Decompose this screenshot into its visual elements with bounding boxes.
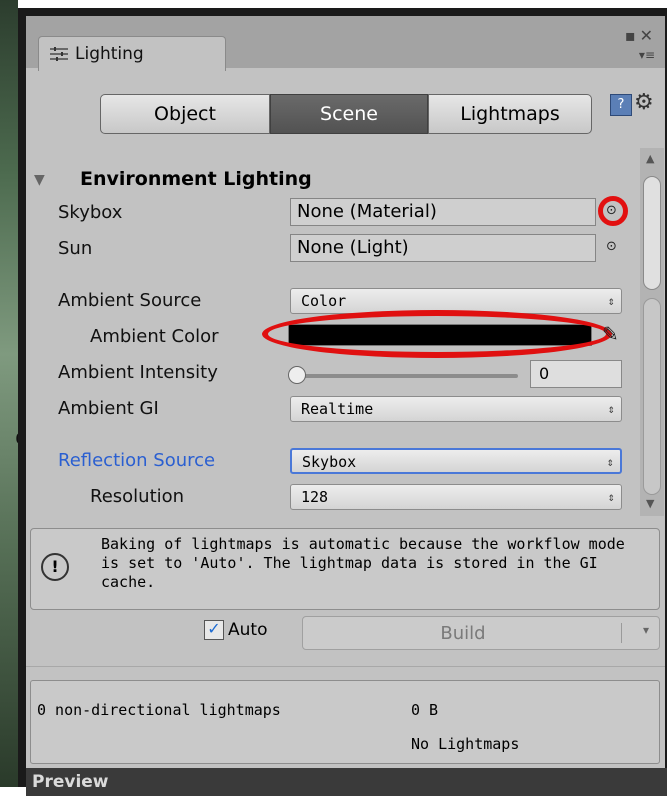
resolution-value: 128 xyxy=(301,488,329,506)
lighting-panel: Lighting ▪✕ ▾≡ Object Scene Lightmaps ? … xyxy=(26,16,667,796)
auto-toggle[interactable]: ✓ Auto xyxy=(204,620,267,640)
lighting-tab-label: Lighting xyxy=(75,44,144,64)
auto-label: Auto xyxy=(228,620,268,640)
scrollbar-track[interactable] xyxy=(643,298,661,495)
annotation-red-oval xyxy=(262,310,612,358)
mode-tabs: Object Scene Lightmaps xyxy=(100,94,592,134)
lighting-sliders-icon xyxy=(50,47,68,61)
eyedropper-icon[interactable]: ✎ xyxy=(602,322,619,346)
title-bar: Lighting ▪✕ ▾≡ xyxy=(26,16,665,71)
resolution-label: Resolution xyxy=(90,486,185,507)
build-split-divider xyxy=(621,623,622,643)
info-exclamation-icon: ! xyxy=(41,553,69,581)
skybox-label: Skybox xyxy=(58,202,123,223)
preview-header[interactable]: Preview xyxy=(26,768,667,796)
build-button[interactable]: Build ▾ xyxy=(302,616,660,650)
lightmap-status: No Lightmaps xyxy=(411,735,520,753)
ambient-intensity-label: Ambient Intensity xyxy=(58,362,218,383)
lightmap-stats-box: 0 non-directional lightmaps 0 B No Light… xyxy=(30,680,660,764)
divider xyxy=(26,666,665,667)
lighting-window: Lighting ▪✕ ▾≡ Object Scene Lightmaps ? … xyxy=(18,8,667,796)
window-controls: ▪✕ xyxy=(625,26,657,45)
scrollbar-thumb[interactable] xyxy=(643,176,661,290)
ambient-intensity-slider-knob[interactable] xyxy=(288,366,306,384)
reflection-source-label: Reflection Source xyxy=(58,450,216,471)
info-message: Baking of lightmaps is automatic because… xyxy=(101,535,625,591)
tab-object[interactable]: Object xyxy=(100,94,270,134)
lighting-tab[interactable]: Lighting xyxy=(38,36,226,71)
section-title-environment-lighting[interactable]: Environment Lighting xyxy=(80,168,312,190)
dropdown-arrow-icon: ⇕ xyxy=(607,294,615,308)
vertical-scrollbar[interactable]: ▲ ▼ xyxy=(640,148,664,516)
ambient-source-value: Color xyxy=(301,292,347,310)
lightmap-size: 0 B xyxy=(411,701,439,719)
ambient-intensity-slider-track[interactable] xyxy=(290,374,518,378)
dropdown-arrow-icon: ⇕ xyxy=(607,490,615,504)
auto-checkbox[interactable]: ✓ xyxy=(204,620,224,640)
ambient-color-label: Ambient Color xyxy=(90,326,219,347)
ambient-gi-value: Realtime xyxy=(301,400,374,418)
reflection-source-dropdown[interactable]: Skybox ⇕ xyxy=(290,448,622,474)
tab-lightmaps[interactable]: Lightmaps xyxy=(428,94,592,134)
sun-label: Sun xyxy=(58,238,93,259)
help-book-icon[interactable]: ? xyxy=(610,94,632,116)
build-button-label: Build xyxy=(440,623,486,644)
background-desktop xyxy=(0,0,18,787)
scroll-up-icon[interactable]: ▲ xyxy=(646,152,654,165)
ambient-source-label: Ambient Source xyxy=(58,290,202,311)
sun-field[interactable]: None (Light) xyxy=(290,234,596,262)
sun-object-picker-icon[interactable]: ⊙ xyxy=(606,239,617,254)
tab-scene[interactable]: Scene xyxy=(270,94,428,134)
window-menu-icon[interactable]: ▾≡ xyxy=(639,48,655,62)
ambient-gi-label: Ambient GI xyxy=(58,398,159,419)
close-icon[interactable]: ✕ xyxy=(640,26,657,45)
dropdown-arrow-icon: ⇕ xyxy=(606,455,614,469)
gear-icon[interactable]: ⚙ xyxy=(634,90,654,115)
lightmap-count: 0 non-directional lightmaps xyxy=(37,701,281,719)
reflection-source-value: Skybox xyxy=(302,453,357,471)
scroll-down-icon[interactable]: ▼ xyxy=(646,497,654,510)
skybox-field[interactable]: None (Material) xyxy=(290,198,596,226)
maximize-icon[interactable]: ▪ xyxy=(625,26,640,45)
annotation-red-circle xyxy=(598,196,628,226)
resolution-dropdown[interactable]: 128 ⇕ xyxy=(290,484,622,510)
info-help-box: ! Baking of lightmaps is automatic becau… xyxy=(30,528,660,610)
foldout-arrow-icon[interactable]: ▼ xyxy=(34,172,45,188)
dropdown-arrow-icon: ⇕ xyxy=(607,402,615,416)
ambient-intensity-input[interactable]: 0 xyxy=(530,360,622,388)
ambient-gi-dropdown[interactable]: Realtime ⇕ xyxy=(290,396,622,422)
chevron-down-icon[interactable]: ▾ xyxy=(643,623,649,637)
